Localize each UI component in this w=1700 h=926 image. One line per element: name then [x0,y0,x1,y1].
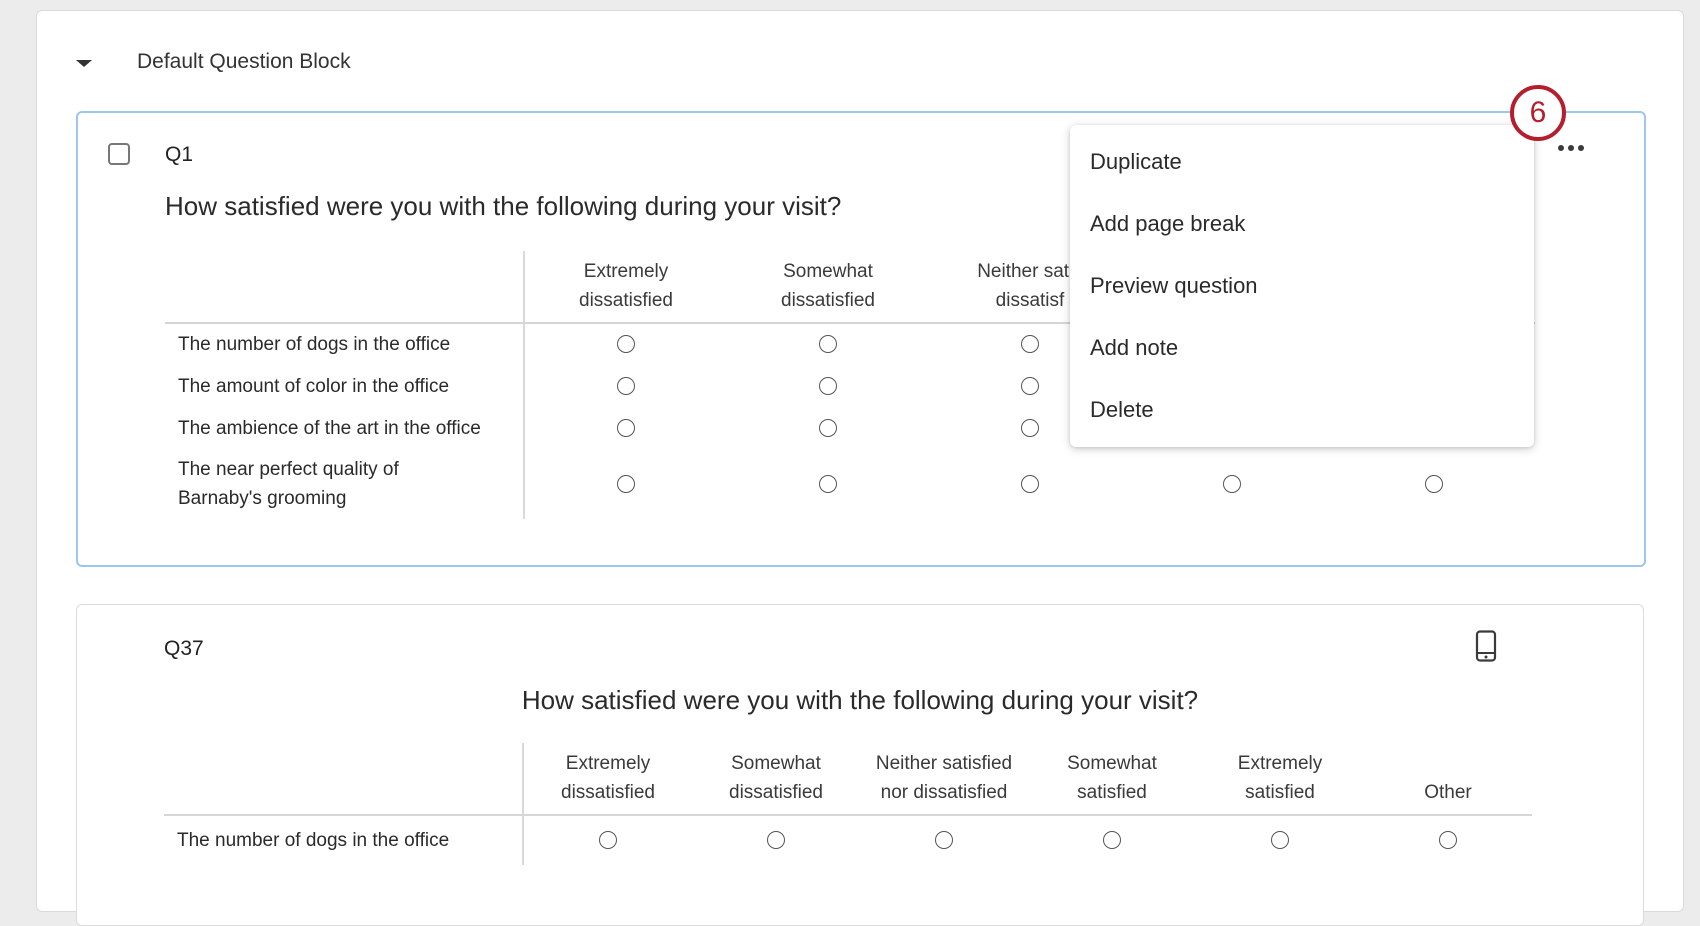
mobile-preview-icon[interactable] [1474,630,1498,667]
column-header: Extremely dissatisfied [523,743,692,816]
block-title: Default Question Block [137,50,351,73]
column-header: Somewhat dissatisfied [727,251,929,324]
row-statement: The ambience of the art in the office [165,407,525,449]
statement-header [164,743,524,816]
radio-option[interactable] [1021,474,1039,493]
row-statement: The amount of color in the office [165,365,525,407]
more-options-icon[interactable] [1558,145,1584,151]
radio-option[interactable] [617,418,635,437]
radio-option[interactable] [617,335,635,354]
matrix-table-q37: Extremely dissatisfied Somewhat dissatisfi… [164,743,1532,865]
question-card-q37[interactable]: Q37 How satisfied were you with the foll… [76,604,1644,926]
radio-option[interactable] [1439,831,1457,850]
radio-option[interactable] [819,335,837,354]
row-statement: The number of dogs in the office [165,323,525,365]
radio-option[interactable] [819,376,837,395]
column-header: Somewhat dissatisfied [692,743,860,816]
radio-option[interactable] [1021,376,1039,395]
menu-item-duplicate[interactable]: Duplicate [1070,131,1534,193]
radio-option[interactable] [935,831,953,850]
menu-item-add-note[interactable]: Add note [1070,317,1534,379]
question-text: How satisfied were you with the followin… [165,191,842,221]
radio-option[interactable] [767,831,785,850]
step-number-badge: 6 [1510,85,1566,141]
column-header: Neither satisfied nor dissatisfied [860,743,1028,816]
radio-option[interactable] [1103,831,1121,850]
column-header: Extremely dissatisfied [524,251,727,324]
radio-option[interactable] [1271,831,1289,850]
table-row: The number of dogs in the office [164,815,1532,865]
column-header: Extremely satisfied [1196,743,1364,816]
radio-option[interactable] [1223,474,1241,493]
radio-option[interactable] [819,474,837,493]
question-text: How satisfied were you with the followin… [521,685,1199,715]
statement-header [165,251,525,324]
radio-option[interactable] [599,831,617,850]
question-options-menu: Duplicate Add page break Preview questio… [1070,125,1534,447]
menu-item-add-page-break[interactable]: Add page break [1070,193,1534,255]
radio-option[interactable] [617,376,635,395]
question-number: Q37 [164,637,204,660]
menu-item-delete[interactable]: Delete [1070,379,1534,441]
column-header: Somewhat satisfied [1028,743,1196,816]
menu-item-preview-question[interactable]: Preview question [1070,255,1534,317]
question-number: Q1 [165,143,194,166]
question-select-checkbox[interactable] [108,143,130,165]
collapse-block-toggle[interactable] [76,48,92,78]
radio-option[interactable] [617,474,635,493]
column-header: Other [1364,743,1532,816]
caret-down-icon [76,59,92,67]
radio-option[interactable] [1021,335,1039,354]
row-statement: The number of dogs in the office [164,815,524,865]
row-statement: The near perfect quality of Barnaby's gro… [165,449,525,519]
radio-option[interactable] [819,418,837,437]
table-row: The near perfect quality of Barnaby's gro… [165,449,1535,519]
radio-option[interactable] [1425,474,1443,493]
radio-option[interactable] [1021,418,1039,437]
